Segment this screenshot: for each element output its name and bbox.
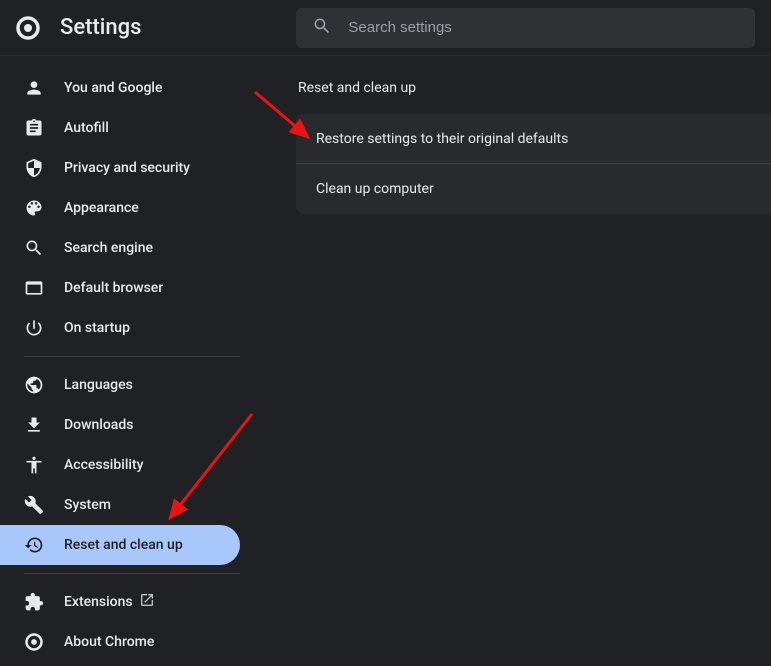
sidebar-item-extensions[interactable]: Extensions bbox=[0, 582, 256, 622]
sidebar-item-you-and-google[interactable]: You and Google bbox=[0, 68, 256, 108]
sidebar-item-label: On startup bbox=[64, 320, 130, 336]
palette-icon bbox=[24, 198, 44, 218]
row-restore-defaults[interactable]: Restore settings to their original defau… bbox=[296, 114, 771, 164]
divider bbox=[24, 356, 240, 357]
sidebar-item-downloads[interactable]: Downloads bbox=[0, 405, 256, 445]
sidebar-item-on-startup[interactable]: On startup bbox=[0, 308, 256, 348]
section-title: Reset and clean up bbox=[296, 80, 771, 96]
sidebar-item-label: Reset and clean up bbox=[64, 537, 183, 553]
sidebar: You and Google Autofill Privacy and secu… bbox=[0, 56, 256, 666]
sidebar-item-about-chrome[interactable]: About Chrome bbox=[0, 622, 256, 662]
sidebar-item-label: Appearance bbox=[64, 200, 139, 216]
chrome-icon bbox=[24, 632, 44, 652]
person-icon bbox=[24, 78, 44, 98]
row-clean-up-computer[interactable]: Clean up computer bbox=[296, 164, 771, 214]
sidebar-item-accessibility[interactable]: Accessibility bbox=[0, 445, 256, 485]
header-bar: Settings bbox=[0, 0, 771, 56]
sidebar-item-label: You and Google bbox=[64, 80, 162, 96]
search-icon bbox=[24, 238, 44, 258]
search-icon bbox=[312, 16, 332, 40]
sidebar-item-label: Default browser bbox=[64, 280, 163, 296]
globe-icon bbox=[24, 375, 44, 395]
row-label: Clean up computer bbox=[316, 181, 434, 197]
sidebar-item-default-browser[interactable]: Default browser bbox=[0, 268, 256, 308]
page-title: Settings bbox=[60, 15, 141, 40]
search-bar[interactable] bbox=[296, 8, 755, 48]
row-label: Restore settings to their original defau… bbox=[316, 131, 568, 147]
sidebar-item-languages[interactable]: Languages bbox=[0, 365, 256, 405]
sidebar-item-label: Downloads bbox=[64, 417, 133, 433]
main-content: Reset and clean up Restore settings to t… bbox=[256, 56, 771, 666]
sidebar-item-label: Search engine bbox=[64, 240, 153, 256]
sidebar-item-reset[interactable]: Reset and clean up bbox=[0, 525, 240, 565]
sidebar-item-label: System bbox=[64, 497, 111, 513]
download-icon bbox=[24, 415, 44, 435]
settings-card: Restore settings to their original defau… bbox=[296, 114, 771, 214]
assignment-icon bbox=[24, 118, 44, 138]
divider bbox=[24, 573, 240, 574]
sidebar-item-label: About Chrome bbox=[64, 634, 154, 650]
sidebar-item-autofill[interactable]: Autofill bbox=[0, 108, 256, 148]
power-icon bbox=[24, 318, 44, 338]
sidebar-item-search-engine[interactable]: Search engine bbox=[0, 228, 256, 268]
chrome-icon bbox=[16, 16, 40, 40]
history-icon bbox=[24, 535, 44, 555]
sidebar-item-label: Languages bbox=[64, 377, 133, 393]
search-input[interactable] bbox=[348, 19, 739, 36]
wrench-icon bbox=[24, 495, 44, 515]
sidebar-item-privacy[interactable]: Privacy and security bbox=[0, 148, 256, 188]
browser-icon bbox=[24, 278, 44, 298]
sidebar-item-appearance[interactable]: Appearance bbox=[0, 188, 256, 228]
accessibility-icon bbox=[24, 455, 44, 475]
shield-icon bbox=[24, 158, 44, 178]
sidebar-item-system[interactable]: System bbox=[0, 485, 256, 525]
sidebar-item-label: Accessibility bbox=[64, 457, 143, 473]
sidebar-item-label: Extensions bbox=[64, 594, 133, 610]
external-link-icon bbox=[139, 592, 155, 612]
sidebar-item-label: Autofill bbox=[64, 120, 109, 136]
sidebar-item-label: Privacy and security bbox=[64, 160, 190, 176]
puzzle-icon bbox=[24, 592, 44, 612]
